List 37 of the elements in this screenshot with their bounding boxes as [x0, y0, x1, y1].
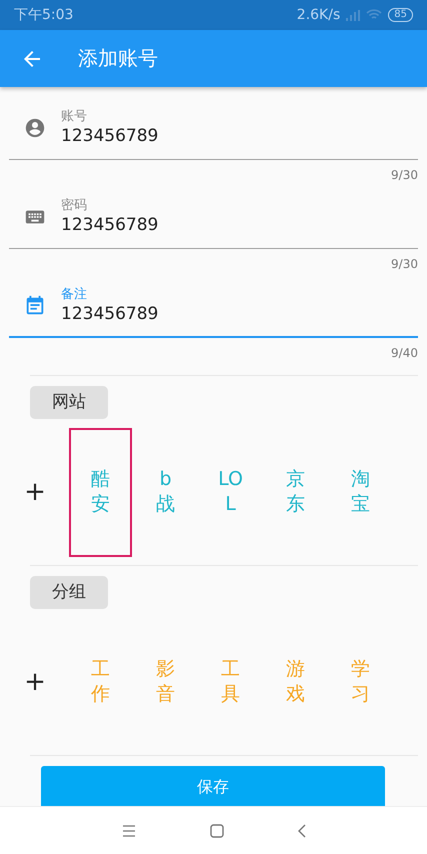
field-label: 账号 [61, 109, 88, 125]
option-item[interactable]: 游戏 [264, 618, 327, 746]
back-icon[interactable] [298, 824, 306, 838]
add-button[interactable]: + [24, 477, 46, 507]
page-title: 添加账号 [78, 45, 158, 72]
text-field[interactable]: 账号 123456789 [9, 93, 418, 160]
text-field[interactable]: 备注 123456789 [9, 271, 418, 338]
option-item[interactable]: 工作 [69, 618, 132, 746]
field-value: 123456789 [61, 214, 158, 236]
option-item[interactable]: b战 [134, 428, 197, 556]
character-counter: 9/30 [390, 257, 418, 271]
section-label: 网站 [30, 386, 108, 419]
option-item[interactable]: 京东 [264, 428, 327, 556]
network-speed: 2.6K/s [296, 7, 340, 23]
character-counter: 9/30 [390, 168, 418, 182]
option-item[interactable]: 工具 [199, 618, 262, 746]
section-label: 分组 [30, 576, 108, 609]
wifi-icon [366, 9, 382, 21]
status-time: 下午5:03 [14, 6, 74, 24]
text-field[interactable]: 密码 123456789 [9, 182, 418, 249]
option-item[interactable]: LOL [199, 428, 262, 556]
character-counter: 9/40 [390, 346, 418, 360]
field-value: 123456789 [61, 125, 158, 147]
option-item[interactable]: 酷安 [69, 428, 132, 556]
menu-icon[interactable] [122, 824, 136, 836]
signal-icon [346, 10, 360, 20]
person-icon [24, 117, 46, 139]
field-value: 123456789 [61, 303, 158, 325]
option-item[interactable]: 影音 [134, 618, 197, 746]
calendar-note-icon [24, 295, 46, 317]
field-label: 备注 [61, 287, 88, 303]
home-icon[interactable] [210, 824, 224, 838]
battery-icon: 85 [388, 8, 413, 22]
field-label: 密码 [61, 198, 88, 214]
option-item[interactable]: 淘宝 [329, 428, 392, 556]
add-button[interactable]: + [24, 667, 46, 697]
option-item[interactable]: 学习 [329, 618, 392, 746]
